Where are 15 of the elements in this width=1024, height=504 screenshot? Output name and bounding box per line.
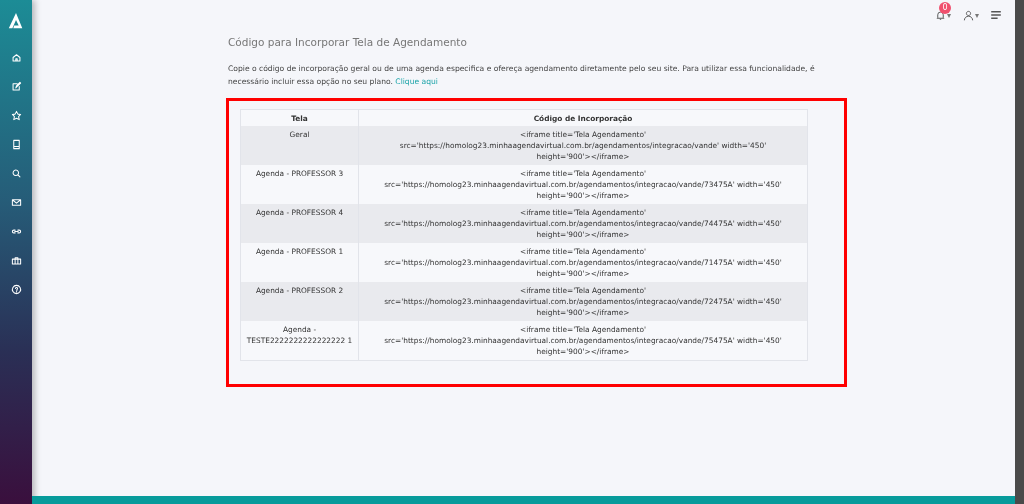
logo-icon[interactable] bbox=[7, 12, 25, 30]
book-icon[interactable] bbox=[10, 139, 22, 150]
edit-icon[interactable] bbox=[10, 81, 22, 92]
search-icon[interactable] bbox=[10, 168, 22, 179]
help-icon[interactable] bbox=[10, 284, 22, 295]
notification-badge: 0 bbox=[938, 1, 951, 14]
page-title: Código para Incorporar Tela de Agendamento bbox=[228, 36, 468, 48]
user-menu-button[interactable]: ▾ bbox=[963, 9, 979, 21]
mail-icon[interactable] bbox=[10, 197, 22, 208]
menu-icon[interactable] bbox=[991, 11, 1001, 19]
link-icon[interactable] bbox=[10, 226, 22, 237]
star-icon[interactable] bbox=[10, 110, 22, 121]
briefcase-icon[interactable] bbox=[10, 255, 22, 266]
home-icon[interactable] bbox=[10, 52, 22, 63]
scrollbar[interactable] bbox=[1015, 0, 1024, 504]
